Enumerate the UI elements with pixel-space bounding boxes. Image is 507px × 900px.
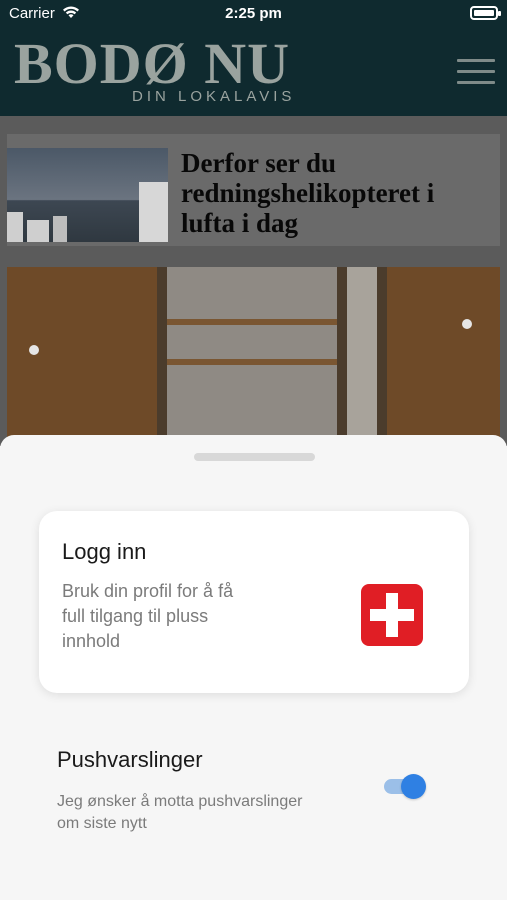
logo-subtitle: DIN LOKALAVIS: [132, 88, 296, 105]
site-logo[interactable]: BODØ NU DIN LOKALAVIS: [14, 31, 334, 106]
sheet-grabber-handle[interactable]: [194, 453, 315, 461]
article-thumbnail: [7, 148, 168, 242]
push-toggle[interactable]: [384, 774, 426, 799]
article-headline[interactable]: Derfor ser du redningshelikopteret i luf…: [181, 148, 491, 238]
login-description: Bruk din profil for å få full tilgang ti…: [62, 581, 234, 651]
push-title: Pushvarslinger: [57, 747, 203, 772]
settings-bottom-sheet: Logg inn Bruk din profil for å få full t…: [0, 435, 507, 900]
battery-icon: [470, 6, 501, 20]
login-card[interactable]: Logg inn Bruk din profil for å få full t…: [39, 511, 469, 693]
app-header: Carrier 2:25 pm BODØ NU DIN LOKALAVIS: [0, 0, 507, 116]
toggle-knob: [401, 774, 426, 799]
article-card[interactable]: Derfor ser du redningshelikopteret i luf…: [7, 134, 500, 246]
news-feed: Derfor ser du redningshelikopteret i luf…: [0, 116, 507, 447]
hamburger-menu-icon[interactable]: [457, 59, 495, 85]
hero-image[interactable]: [7, 267, 500, 447]
login-title: Logg inn: [62, 539, 147, 564]
plus-icon: [361, 584, 423, 646]
status-bar: Carrier 2:25 pm: [0, 0, 507, 28]
logo-title: BODØ NU: [14, 31, 291, 96]
clock: 2:25 pm: [225, 5, 282, 22]
push-description: Jeg ønsker å motta pushvarslinger om sis…: [57, 793, 303, 832]
